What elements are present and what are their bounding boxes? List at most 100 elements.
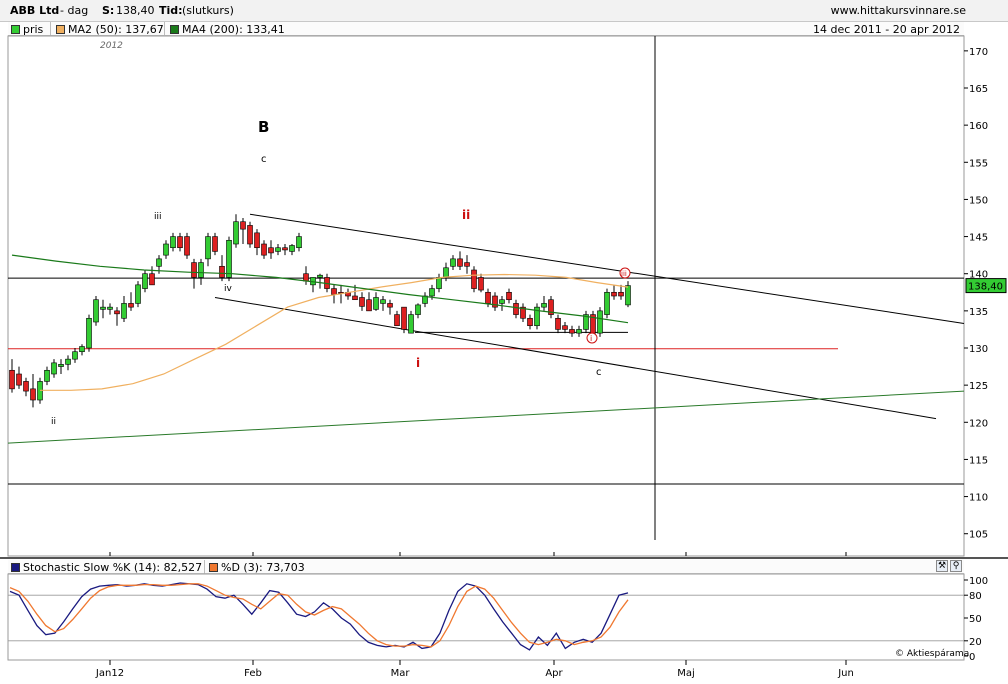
candle-body [233, 221, 239, 245]
candle-body [51, 362, 57, 375]
candle-body [30, 388, 36, 401]
candle-body [429, 288, 435, 297]
candle-body [373, 297, 379, 310]
candle-body [226, 239, 232, 278]
candle-body [408, 314, 414, 334]
y-tick-label: 150 [969, 195, 988, 206]
candle-body [513, 303, 519, 315]
candle-body [597, 310, 603, 334]
x-tick-label: Apr [545, 668, 563, 679]
chart-canvas: 2012105110115120125130135140145150155160… [0, 35, 1008, 679]
circle-label-i: i [590, 334, 592, 343]
y-tick-label: 165 [969, 84, 988, 95]
candle-body [394, 314, 400, 327]
candle-body [163, 243, 169, 256]
wave-label-iii: iii [154, 212, 162, 222]
candle-body [149, 273, 155, 286]
candle-body [191, 262, 197, 278]
candle-body [9, 369, 15, 390]
candle-body [107, 306, 113, 310]
y-tick-label: 120 [969, 418, 988, 429]
candle-body [156, 258, 162, 267]
y-tick-label: 115 [969, 455, 988, 466]
y-tick-label: 125 [969, 381, 988, 392]
wave-label-B: B [258, 118, 269, 136]
wave-label-c: c [261, 154, 267, 165]
candle-body [450, 258, 456, 267]
y-tick-label: 135 [969, 307, 988, 318]
candle-body [569, 329, 575, 334]
candle-body [303, 273, 309, 282]
candle-body [240, 221, 246, 230]
candle-body [135, 284, 141, 304]
candle-body [44, 369, 50, 382]
circle-label-iii: iii [621, 270, 627, 278]
x-tick-label: Jan12 [95, 668, 124, 679]
y-tick-label: 130 [969, 344, 988, 355]
candle-body [611, 291, 617, 297]
y-tick-label: 160 [969, 121, 988, 132]
last-price-label: 138,40 [968, 282, 1003, 293]
candle-body [219, 265, 225, 278]
candle-body [128, 303, 134, 308]
candle-body [79, 346, 85, 353]
candle-body [485, 291, 491, 304]
candle-body [184, 236, 190, 256]
candle-body [268, 247, 274, 254]
wave-label-ii-red: ii [462, 208, 470, 222]
stoch-y-tick-label: 50 [969, 614, 982, 625]
x-tick-label: Feb [244, 668, 262, 679]
candle-body [282, 247, 288, 251]
candle-body [212, 236, 218, 252]
candle-body [261, 243, 267, 256]
candle-body [58, 364, 64, 367]
candle-body [555, 317, 561, 330]
candle-body [72, 351, 78, 360]
year-label: 2012 [100, 41, 123, 51]
candle-body [170, 236, 176, 249]
y-tick-label: 105 [969, 530, 988, 541]
candle-body [478, 277, 484, 291]
candle-body [380, 299, 386, 304]
x-tick-label: Jun [837, 668, 854, 679]
x-tick-label: Mar [391, 668, 411, 679]
candle-body [401, 306, 407, 330]
stoch-y-tick-label: 20 [969, 637, 982, 648]
x-tick-label: Maj [677, 668, 695, 679]
candle-body [16, 373, 22, 386]
candle-body [317, 274, 323, 278]
candle-body [527, 317, 533, 327]
candle-body [562, 325, 568, 330]
candle-body [100, 306, 106, 310]
stoch-panel-frame [7, 573, 965, 661]
y-tick-label: 145 [969, 233, 988, 244]
candle-body [366, 299, 372, 312]
y-tick-label: 170 [969, 47, 988, 58]
candle-body [359, 297, 365, 307]
candle-body [576, 329, 582, 334]
candle-body [142, 273, 148, 289]
credit-label: © Aktiespárama [895, 649, 970, 659]
candle-body [121, 303, 127, 319]
candle-body [114, 310, 120, 315]
candle-body [443, 267, 449, 278]
stoch-y-tick-label: 100 [969, 576, 988, 587]
stoch-y-tick-label: 80 [969, 591, 982, 602]
y-tick-label: 110 [969, 493, 988, 504]
candle-body [247, 225, 253, 245]
candle-body [499, 299, 505, 304]
candle-body [289, 245, 295, 252]
candle-body [464, 262, 470, 267]
candle-body [387, 303, 393, 308]
candle-body [198, 262, 204, 278]
candle-body [65, 358, 71, 365]
candle-body [618, 291, 624, 297]
candle-body [352, 295, 358, 301]
wave-label-ii: ii [51, 417, 56, 427]
candle-body [604, 291, 610, 315]
candle-body [275, 247, 281, 252]
wave-label-i-red: i [416, 356, 420, 370]
candle-body [331, 288, 337, 295]
candle-body [436, 277, 442, 289]
candle-body [506, 291, 512, 301]
